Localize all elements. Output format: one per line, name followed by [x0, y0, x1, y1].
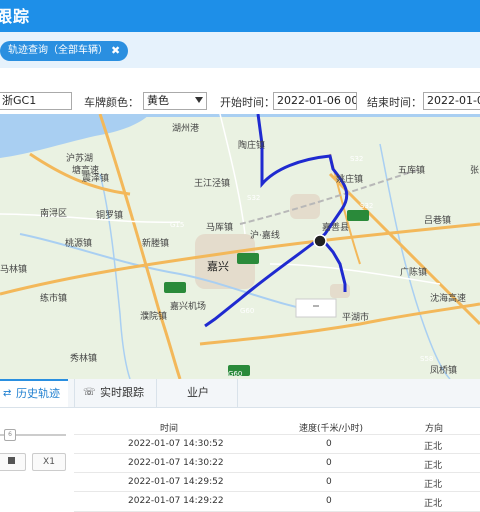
table-row[interactable]: 2022-01-07 14:30:52 0 正北: [74, 434, 480, 454]
end-time-input[interactable]: 2022-01-0: [423, 92, 480, 110]
panel-tabs: ⇄ 历史轨迹 ☏ 实时跟踪 业户: [0, 379, 480, 408]
map-place-label: 姚庄镇: [336, 173, 363, 185]
cell-speed: 0: [326, 458, 332, 468]
tab-track-query[interactable]: 轨迹查询（全部车辆） ✖: [0, 41, 128, 61]
map-place-label: 秀林镇: [70, 352, 97, 364]
map-place-label: 平湖市: [342, 311, 369, 323]
map-place-label: 王江泾镇: [194, 177, 230, 189]
tab-label: 轨迹查询（全部车辆）: [8, 45, 108, 56]
map-place-label: G60: [240, 307, 254, 315]
map-place-label: 沈海高速: [430, 292, 466, 304]
cell-time: 2022-01-07 14:30:52: [128, 439, 224, 449]
map-place-label: 张: [470, 165, 479, 176]
map-place-label: G15: [170, 221, 184, 229]
tab-realtime-track[interactable]: ☏ 实时跟踪: [74, 379, 155, 407]
map-canvas: 湖州港陶庄镇S32五库镇 张姚庄镇S32沪苏湖塘高速震泽镇 王江泾镇S32嘉善县吕巷…: [0, 114, 480, 379]
map-place-label: S32: [247, 194, 260, 202]
map-place-label: S58: [420, 355, 433, 363]
col-time: 时间: [160, 424, 179, 434]
map-place-label: 铜罗镇: [96, 209, 123, 221]
cell-time: 2022-01-07 14:29:52: [128, 477, 224, 487]
map-place-label: S32: [360, 202, 373, 210]
table-row[interactable]: 2022-01-07 14:30:22 0 正北: [74, 453, 480, 473]
col-speed: 速度(千米/小时): [299, 424, 364, 434]
map-place-label: 濮院镇: [140, 310, 167, 322]
start-time-label: 开始时间：: [220, 96, 275, 109]
map-place-label: 新塍镇: [142, 237, 169, 249]
slider-handle[interactable]: 6: [4, 429, 16, 441]
map-place-label: 马林镇: [0, 263, 27, 275]
map-place-label: 嘉善县: [322, 221, 349, 233]
map-place-label: 沪苏湖: [66, 152, 93, 164]
col-direction: 方向: [425, 424, 444, 434]
cell-time: 2022-01-07 14:30:22: [128, 458, 224, 468]
vehicle-marker-icon: [313, 234, 327, 248]
map-place-label: 吕巷镇: [424, 214, 451, 226]
map-place-label: 五库镇: [398, 164, 425, 176]
tab-bar: 轨迹查询（全部车辆） ✖: [0, 32, 480, 68]
page-title: 跟踪: [0, 7, 31, 26]
plate-color-select[interactable]: 黄色: [143, 92, 207, 110]
plate-color-label: 车牌颜色：: [84, 96, 139, 109]
tab-realtime-label: 实时跟踪: [100, 386, 144, 399]
map-place-label: S32: [350, 155, 363, 163]
map-place-label: 练市镇: [40, 292, 67, 304]
plate-color-value: 黄色: [147, 94, 169, 107]
map-place-label: 湖州港: [172, 122, 199, 134]
map-place-label: 南浔区: [40, 207, 67, 219]
cell-time: 2022-01-07 14:29:22: [128, 496, 224, 506]
cell-speed: 0: [326, 496, 332, 506]
stop-icon: [8, 457, 15, 464]
app-header: 跟踪: [0, 0, 480, 32]
tab-history-track[interactable]: ⇄ 历史轨迹: [0, 379, 68, 407]
map-place-label: 震泽镇: [82, 172, 109, 184]
swap-icon: ⇄: [3, 388, 12, 399]
cell-direction: 正北: [424, 442, 443, 452]
history-panel: ⇄ 历史轨迹 ☏ 实时跟踪 业户 6 X1 时间 速度(千米/小时) 方向 20…: [0, 379, 480, 512]
cell-speed: 0: [326, 477, 332, 487]
cell-direction: 正北: [424, 480, 443, 490]
stop-button[interactable]: [0, 453, 26, 471]
phone-icon: ☏: [83, 387, 96, 398]
map-place-label: 凤桥镇: [430, 364, 457, 376]
cell-speed: 0: [326, 439, 332, 449]
map-view[interactable]: 湖州港 陶庄镇 S32 五库镇张姚庄镇 S32 沪苏湖 塘高速 震泽镇 王江泾镇 S32 嘉善县 吕巷…: [0, 114, 480, 379]
map-place-label: 广陈镇: [400, 266, 427, 278]
filter-bar: 浙GC1 车牌颜色： 黄色 开始时间： 2022-01-06 00: 结束时间：…: [0, 91, 480, 113]
table-row[interactable]: 2022-01-07 14:29:52 0 正北: [74, 472, 480, 492]
table-row[interactable]: 2022-01-07 14:29:22 0 正北: [74, 491, 480, 512]
content-panel: 浙GC1 车牌颜色： 黄色 开始时间： 2022-01-06 00: 结束时间：…: [0, 68, 480, 512]
chevron-down-icon: [195, 97, 203, 103]
tab-business[interactable]: 业户: [156, 379, 238, 407]
map-place-label: 陶庄镇: [238, 139, 265, 151]
close-icon[interactable]: ✖: [111, 41, 120, 61]
map-place-label: 桃源镇: [65, 237, 92, 249]
plate-number-input[interactable]: 浙GC1: [0, 92, 72, 110]
speed-button[interactable]: X1: [32, 453, 66, 471]
map-place-label: G60: [228, 370, 242, 378]
tab-business-label: 业户: [187, 386, 209, 399]
map-place-label: 嘉兴: [207, 259, 229, 273]
cell-direction: 正北: [424, 461, 443, 471]
end-time-label: 结束时间：: [367, 96, 422, 109]
map-place-label: 嘉兴机场: [170, 300, 206, 312]
tab-history-label: 历史轨迹: [16, 387, 60, 400]
cell-direction: 正北: [424, 499, 443, 509]
map-place-label: 沪·嘉线: [250, 229, 280, 241]
playback-controls: 6 X1: [0, 415, 68, 480]
map-place-label: 马厍镇: [206, 221, 233, 233]
start-time-input[interactable]: 2022-01-06 00:: [273, 92, 357, 110]
